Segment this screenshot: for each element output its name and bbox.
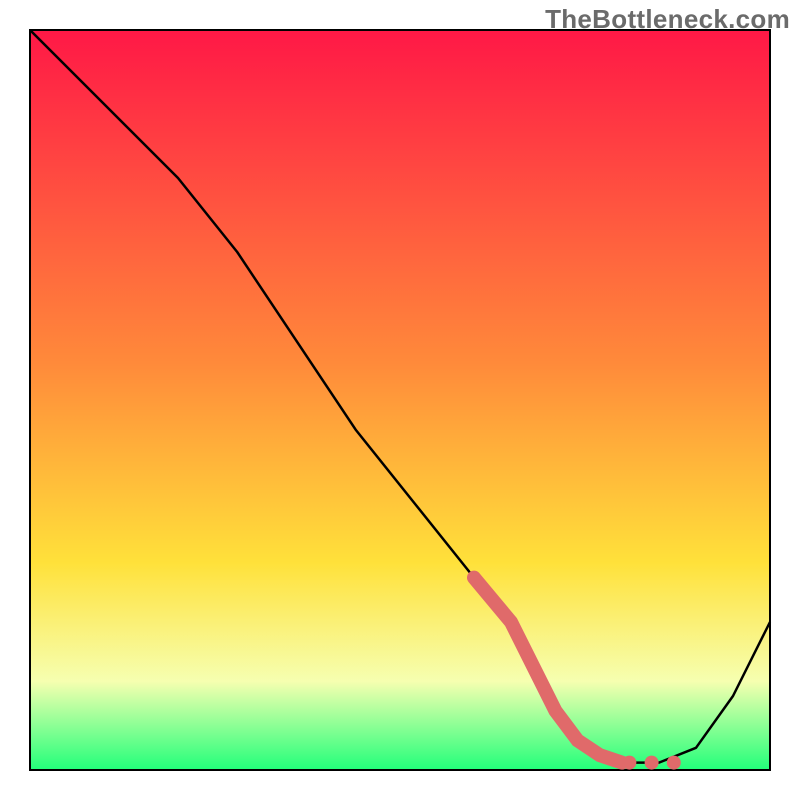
highlight-dots (622, 756, 680, 770)
highlight-dot (622, 756, 636, 770)
bottleneck-chart (0, 0, 800, 800)
highlight-dot (645, 756, 659, 770)
watermark-text: TheBottleneck.com (545, 4, 790, 35)
chart-frame: { "watermark": "TheBottleneck.com", "cha… (0, 0, 800, 800)
highlight-dot (667, 756, 681, 770)
